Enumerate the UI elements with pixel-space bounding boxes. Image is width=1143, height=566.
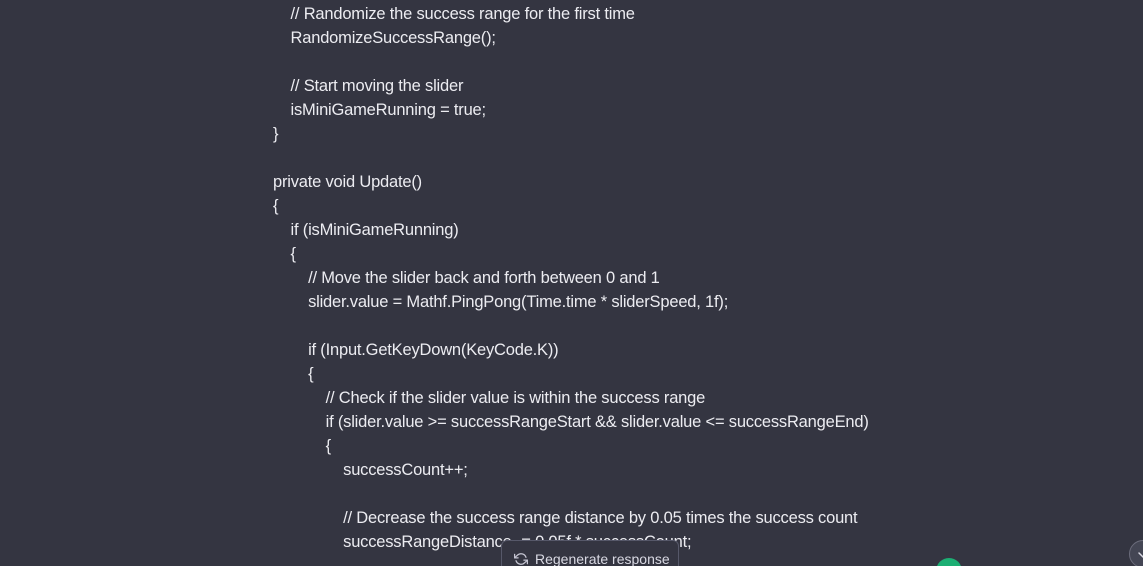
code-line: slider.value = Mathf.PingPong(Time.time … — [273, 293, 729, 311]
code-line: // Start moving the slider — [273, 77, 464, 95]
code-line: { — [273, 365, 314, 383]
code-line: RandomizeSuccessRange(); — [273, 29, 496, 47]
code-line: private void Update() — [273, 173, 422, 191]
code-line: if (Input.GetKeyDown(KeyCode.K)) — [273, 341, 559, 359]
code-line: { — [273, 245, 297, 263]
scroll-to-bottom-button[interactable] — [1129, 540, 1143, 566]
code-line: // Check if the slider value is within t… — [273, 389, 706, 407]
code-line: if (isMiniGameRunning) — [273, 221, 459, 239]
code-line: { — [273, 197, 279, 215]
code-line: successCount++; — [273, 461, 468, 479]
refresh-icon — [513, 552, 529, 566]
code-line: // Decrease the success range distance b… — [273, 509, 858, 527]
avatar — [936, 558, 962, 566]
code-line: } — [273, 125, 279, 143]
code-line: isMiniGameRunning = true; — [273, 101, 487, 119]
code-line: if (slider.value >= successRangeStart &&… — [273, 413, 869, 431]
code-line: // Randomize the success range for the f… — [273, 5, 635, 23]
chevron-down-icon — [1138, 552, 1143, 558]
code-line: { — [273, 437, 332, 455]
regenerate-response-label: Regenerate response — [535, 551, 670, 566]
code-block: // Randomize the success range for the f… — [273, 0, 913, 566]
code-line: // Move the slider back and forth betwee… — [273, 269, 660, 287]
regenerate-response-button[interactable]: Regenerate response — [501, 540, 679, 566]
